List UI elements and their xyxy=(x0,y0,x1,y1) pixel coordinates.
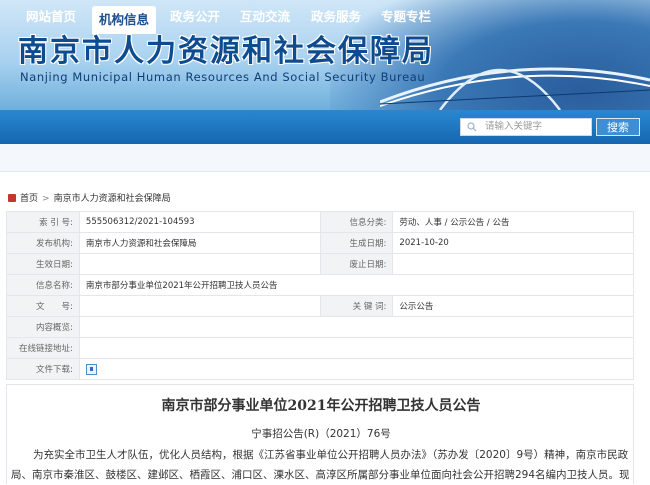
overview-label: 内容概览: xyxy=(6,316,80,338)
overview-value xyxy=(78,316,635,338)
docno-label: 文 号: xyxy=(6,295,80,317)
breadcrumb-current[interactable]: 南京市人力资源和社会保障局 xyxy=(54,194,171,204)
nav-item-interaction[interactable]: 互动交流 xyxy=(234,0,296,34)
table-row: 索 引 号: 555506312/2021-104593 信息分类: 劳动、人事… xyxy=(6,211,634,233)
name-value: 南京市部分事业单位2021年公开招聘卫技人员公告 xyxy=(78,274,635,296)
sub-nav-bar xyxy=(0,144,650,172)
download-icon[interactable] xyxy=(85,363,97,375)
created-label: 生成日期: xyxy=(319,232,394,254)
repeal-value xyxy=(392,253,634,275)
home-icon xyxy=(8,194,16,202)
keyword-label: 关 键 词: xyxy=(319,295,394,317)
article-panel: 南京市部分事业单位2021年公开招聘卫技人员公告 宁事招公告(R)（2021）7… xyxy=(6,384,634,484)
effective-label: 生效日期: xyxy=(6,253,80,275)
article-body: 为充实全市卫生人才队伍，优化人员结构，根据《江苏省事业单位公开招聘人员办法》（苏… xyxy=(11,449,630,481)
breadcrumb-home[interactable]: 首页 xyxy=(20,194,38,204)
table-row: 文 号: 关 键 词: 公示公告 xyxy=(6,295,634,317)
nav-item-topics[interactable]: 专题专栏 xyxy=(375,0,437,34)
table-row: 内容概览: xyxy=(6,316,635,338)
keyword-value: 公示公告 xyxy=(392,295,634,317)
download-cell xyxy=(78,358,635,380)
breadcrumb-separator: > xyxy=(42,194,50,204)
info-table: 索 引 号: 555506312/2021-104593 信息分类: 劳动、人事… xyxy=(6,211,635,380)
created-value: 2021-10-20 xyxy=(392,232,634,254)
nav-item-org-info[interactable]: 机构信息 xyxy=(92,6,156,34)
search-input[interactable]: 请输入关键字 xyxy=(460,118,592,136)
effective-value xyxy=(78,253,321,275)
index-label: 索 引 号: xyxy=(6,211,80,233)
nav-item-home[interactable]: 网站首页 xyxy=(20,0,82,34)
site-title-english: Nanjing Municipal Human Resources And So… xyxy=(20,70,426,84)
repeal-label: 废止日期: xyxy=(319,253,394,275)
publisher-value: 南京市人力资源和社会保障局 xyxy=(78,232,321,254)
online-label: 在线链接地址: xyxy=(6,337,80,359)
nav-item-services[interactable]: 政务服务 xyxy=(305,0,367,34)
name-label: 信息名称: xyxy=(6,274,80,296)
doc-number: 宁事招公告(R)（2021）76号 xyxy=(251,428,391,440)
index-value: 555506312/2021-104593 xyxy=(78,211,321,233)
category-value: 劳动、人事 / 公示公告 / 公告 xyxy=(392,211,634,233)
search-icon xyxy=(467,122,477,132)
download-label: 文件下载: xyxy=(6,358,80,380)
online-value[interactable] xyxy=(78,337,635,359)
table-row: 文件下载: xyxy=(6,358,635,380)
search-placeholder: 请输入关键字 xyxy=(485,121,543,132)
table-row: 生效日期: 废止日期: xyxy=(6,253,634,275)
table-row: 信息名称: 南京市部分事业单位2021年公开招聘卫技人员公告 xyxy=(6,274,635,296)
search-button[interactable]: 搜索 xyxy=(596,118,640,136)
breadcrumb: 首页 > 南京市人力资源和社会保障局 xyxy=(8,191,171,204)
article-title: 南京市部分事业单位2021年公开招聘卫技人员公告 xyxy=(161,398,481,414)
table-row: 在线链接地址: xyxy=(6,337,635,359)
publisher-label: 发布机构: xyxy=(6,232,80,254)
docno-value xyxy=(78,295,321,317)
category-label: 信息分类: xyxy=(319,211,394,233)
nav-item-gov-affairs[interactable]: 政务公开 xyxy=(164,0,226,34)
table-row: 发布机构: 南京市人力资源和社会保障局 生成日期: 2021-10-20 xyxy=(6,232,634,254)
